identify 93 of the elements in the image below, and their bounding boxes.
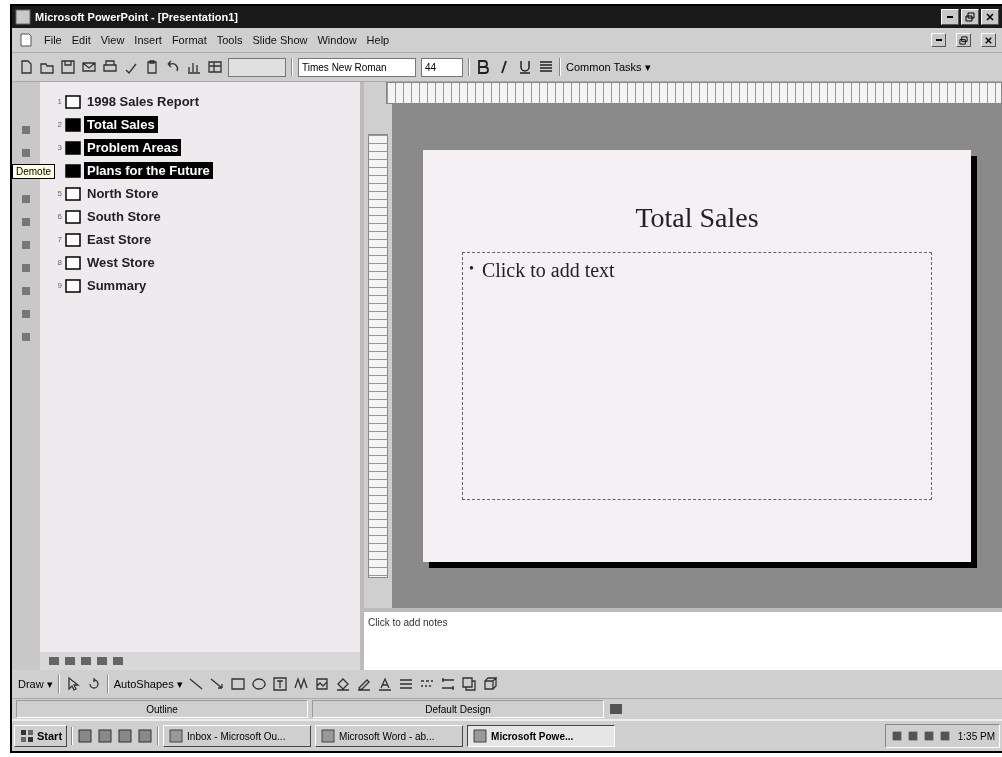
slide-icon[interactable] (65, 278, 81, 293)
task-label: Inbox - Microsoft Ou... (187, 730, 286, 742)
minimize-icon (947, 16, 953, 18)
slide-number: 5 (56, 189, 62, 198)
slide-icon[interactable] (65, 117, 81, 132)
tooltip: Demote (12, 164, 55, 179)
slide-number: 7 (56, 235, 62, 244)
close-button[interactable] (981, 9, 999, 25)
window-title: Microsoft PowerPoint - [Presentation1] (35, 11, 238, 23)
font-color-icon[interactable] (376, 676, 393, 692)
slide-number: 1 (56, 97, 62, 106)
restore-icon (965, 12, 975, 22)
menu-item[interactable]: Help (366, 34, 390, 46)
menu-item[interactable]: Insert (134, 34, 162, 46)
autoshapes-menu-button[interactable]: AutoShapes ▾ (113, 677, 183, 691)
clip-art-icon[interactable] (313, 676, 330, 692)
minimize-icon (935, 39, 942, 41)
slide-number: 8 (56, 258, 62, 267)
slide-icon[interactable] (65, 94, 81, 109)
slide-title[interactable]: Plans for the Future (84, 162, 213, 179)
draw-menu-button[interactable]: Draw ▾ (18, 677, 53, 691)
arrow-style-icon[interactable] (439, 676, 456, 692)
slide-title[interactable]: North Store (84, 185, 162, 202)
arrow-icon[interactable] (208, 676, 225, 692)
text-placeholder-box[interactable]: • Click to add text (462, 252, 932, 500)
fill-bucket-icon[interactable] (334, 676, 351, 692)
line-style-icon[interactable] (397, 676, 414, 692)
slide-icon[interactable] (65, 186, 81, 201)
font-size-dropdown[interactable]: 44 (421, 57, 463, 77)
close-icon (984, 35, 993, 45)
status-view: Outline (16, 700, 308, 718)
bullet-mark: • (469, 260, 474, 278)
slide-title[interactable]: Problem Areas (84, 139, 182, 156)
rectangle-icon[interactable] (229, 676, 246, 692)
start-button[interactable]: Start (14, 725, 68, 747)
align-lines-icon[interactable] (538, 59, 554, 75)
slide-icon[interactable] (65, 140, 81, 155)
slide-title[interactable]: West Store (84, 254, 158, 271)
taskbar-button[interactable]: Inbox - Microsoft Ou... (163, 725, 312, 747)
slide-title[interactable]: Total Sales (84, 116, 158, 133)
new-document-icon[interactable] (18, 59, 34, 75)
font-dropdown[interactable]: Times New Roman (298, 57, 416, 77)
close-button[interactable] (981, 33, 996, 47)
notes-prompt: Click to add notes (368, 617, 448, 628)
slide-title[interactable]: East Store (84, 231, 155, 248)
notes-pane[interactable]: Click to add notes (364, 608, 1002, 670)
slide-icon[interactable] (65, 163, 81, 178)
slide-icon[interactable] (65, 209, 81, 224)
slide-title-text[interactable]: Total Sales (635, 202, 759, 234)
close-icon (985, 12, 995, 22)
restore-button[interactable] (956, 33, 971, 47)
menu-item[interactable]: Slide Show (252, 34, 308, 46)
menu-item[interactable]: Format (171, 34, 207, 46)
line-icon[interactable] (187, 676, 204, 692)
slide-number: 2 (56, 120, 62, 129)
task-label: Microsoft Word - ab... (339, 730, 435, 742)
underline-icon[interactable] (517, 59, 533, 75)
shadow-icon[interactable] (460, 676, 477, 692)
restore-icon (959, 35, 968, 45)
slide-icon[interactable] (65, 255, 81, 270)
clock: 1:35 PM (957, 730, 995, 742)
text-box-icon[interactable] (271, 676, 288, 692)
slide-icon[interactable] (65, 232, 81, 247)
slide-number: 6 (56, 212, 62, 221)
restore-button[interactable] (961, 9, 979, 25)
envelope-icon[interactable] (81, 59, 97, 75)
slide-title[interactable]: Summary (84, 277, 150, 294)
bold-icon[interactable] (475, 59, 491, 75)
status-design: Default Design (312, 700, 604, 718)
common-tasks-button[interactable]: Common Tasks ▾ (566, 60, 651, 74)
table-icon[interactable] (207, 59, 223, 75)
document-icon (18, 32, 34, 48)
menu-item[interactable]: File (44, 34, 62, 46)
slide-title[interactable]: 1998 Sales Report (84, 93, 202, 110)
four-squares-logo-icon (19, 728, 35, 744)
menu-item[interactable]: Edit (71, 34, 91, 46)
menu-item[interactable]: Tools (216, 34, 243, 46)
slide-number: 3 (56, 143, 62, 152)
menu-item[interactable]: View (100, 34, 125, 46)
task-label: Microsoft Powe... (491, 730, 574, 742)
minimize-button[interactable] (931, 33, 946, 47)
start-label: Start (37, 730, 63, 742)
slide-number: 9 (56, 281, 62, 290)
3d-cube-icon[interactable] (481, 676, 498, 692)
taskbar-button[interactable]: Microsoft Powe... (467, 725, 616, 747)
clipboard-icon[interactable] (144, 59, 160, 75)
slide-title[interactable]: South Store (84, 208, 164, 225)
menu-item[interactable]: Window (317, 34, 357, 46)
minimize-button[interactable] (941, 9, 959, 25)
taskbar-button[interactable]: Microsoft Word - ab... (315, 725, 464, 747)
placeholder-text: Click to add text (481, 259, 615, 282)
word-art-icon[interactable] (292, 676, 309, 692)
zoom-dropdown[interactable] (228, 57, 286, 77)
